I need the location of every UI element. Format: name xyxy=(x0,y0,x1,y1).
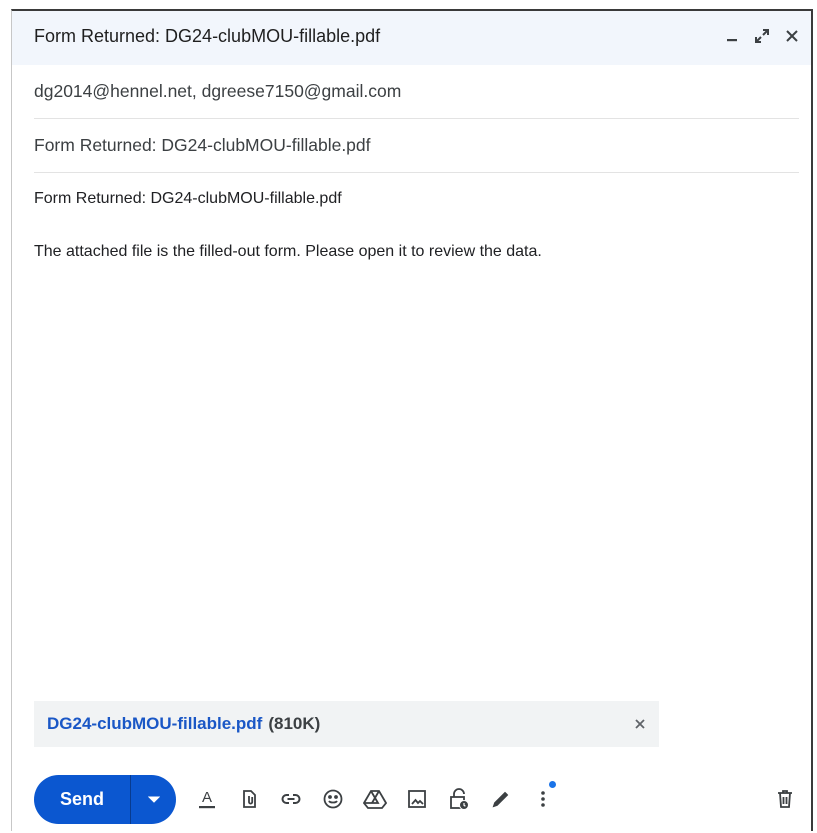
window-controls xyxy=(721,25,803,47)
compose-window: Form Returned: DG24-clubMOU-fillable.pdf… xyxy=(11,9,813,831)
subject-text: Form Returned: DG24-clubMOU-fillable.pdf xyxy=(34,135,371,155)
send-button[interactable]: Send xyxy=(34,775,130,824)
send-options-button[interactable] xyxy=(131,775,176,824)
signature-icon[interactable] xyxy=(488,786,514,812)
notification-dot xyxy=(549,781,556,788)
drive-icon[interactable] xyxy=(362,786,388,812)
more-options-icon[interactable] xyxy=(530,781,556,812)
compose-title: Form Returned: DG24-clubMOU-fillable.pdf xyxy=(34,26,381,46)
close-icon[interactable] xyxy=(781,25,803,47)
format-text-icon[interactable]: A xyxy=(194,786,220,812)
body-line-1: Form Returned: DG24-clubMOU-fillable.pdf xyxy=(34,190,342,207)
attachment-name[interactable]: DG24-clubMOU-fillable.pdf xyxy=(47,714,262,734)
recipients-field[interactable]: dg2014@hennel.net, dgreese7150@gmail.com xyxy=(34,65,799,119)
recipients-text: dg2014@hennel.net, dgreese7150@gmail.com xyxy=(34,81,402,101)
attach-file-icon[interactable] xyxy=(236,786,262,812)
send-button-group: Send xyxy=(34,775,176,824)
body-line-2: The attached file is the filled-out form… xyxy=(34,243,542,260)
dropdown-arrow-icon xyxy=(147,796,160,803)
minimize-icon[interactable] xyxy=(721,25,743,47)
insert-link-icon[interactable] xyxy=(278,786,304,812)
delete-icon[interactable] xyxy=(772,786,798,812)
subject-field[interactable]: Form Returned: DG24-clubMOU-fillable.pdf xyxy=(34,119,799,173)
message-body[interactable]: Form Returned: DG24-clubMOU-fillable.pdf… xyxy=(34,173,799,703)
insert-photo-icon[interactable] xyxy=(404,786,430,812)
svg-text:A: A xyxy=(202,789,212,806)
compose-toolbar: Send A xyxy=(34,774,799,826)
confidential-mode-icon[interactable] xyxy=(446,786,472,812)
remove-attachment-icon[interactable] xyxy=(629,713,651,735)
expand-icon[interactable] xyxy=(751,25,773,47)
emoji-icon[interactable] xyxy=(320,786,346,812)
attachment-size: (810K) xyxy=(268,714,321,733)
compose-titlebar[interactable]: Form Returned: DG24-clubMOU-fillable.pdf xyxy=(12,11,811,65)
attachment-chip[interactable]: DG24-clubMOU-fillable.pdf (810K) xyxy=(34,701,659,747)
